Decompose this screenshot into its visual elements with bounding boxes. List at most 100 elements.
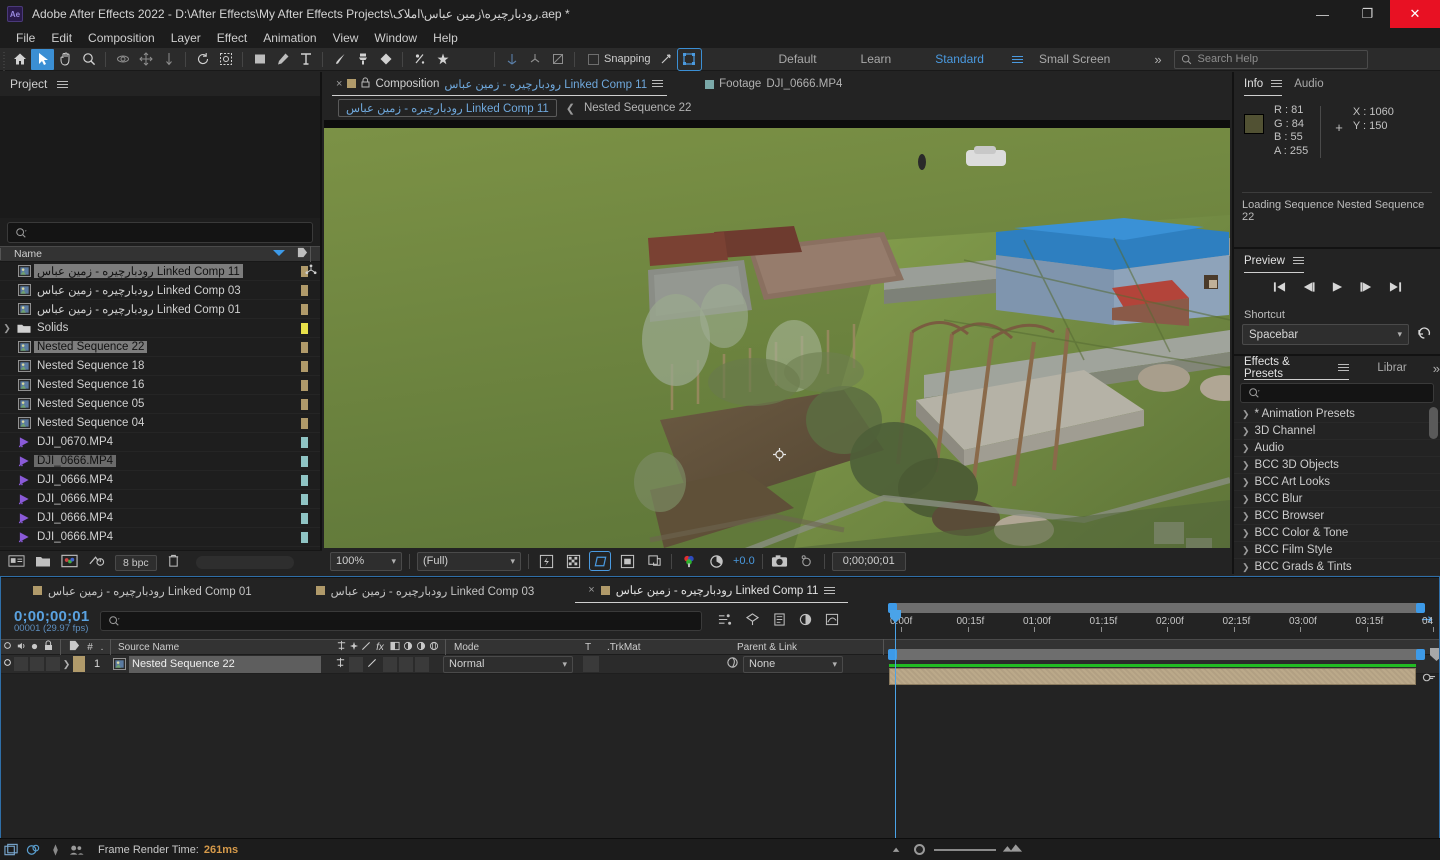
column-name-label[interactable]: Name — [0, 248, 272, 260]
menu-help[interactable]: Help — [425, 28, 466, 48]
take-snapshot-icon[interactable] — [770, 552, 790, 570]
snap-angle-icon[interactable] — [655, 49, 678, 70]
hide-shy-layers-icon[interactable] — [773, 613, 786, 629]
list-item[interactable]: Nested Sequence 04 — [0, 414, 320, 433]
draft-3d-icon[interactable] — [745, 613, 760, 629]
home-icon[interactable] — [8, 49, 31, 70]
zoom-in-icon[interactable] — [1001, 843, 1023, 856]
layer-name[interactable]: Nested Sequence 22 — [129, 655, 321, 673]
search-help-field[interactable]: Search Help — [1173, 49, 1368, 69]
layer-lock-switch[interactable] — [46, 657, 60, 671]
disclosure-caret-icon[interactable]: ❯ — [1242, 460, 1250, 471]
tab-close-icon[interactable]: × — [336, 78, 342, 90]
transform-box-icon[interactable] — [676, 47, 702, 71]
pan-camera-tool-icon[interactable] — [134, 49, 157, 70]
effects-menu-icon[interactable] — [1338, 364, 1350, 371]
proportional-grid-icon[interactable] — [617, 552, 637, 570]
shortcut-select[interactable]: Spacebar ▾ — [1242, 324, 1409, 345]
zoom-out-icon[interactable] — [890, 844, 905, 856]
label-color-swatch[interactable] — [301, 284, 308, 296]
transparency-grid-icon[interactable] — [563, 552, 583, 570]
layer-duration-bar[interactable] — [889, 668, 1416, 685]
label-column-icon[interactable] — [294, 247, 310, 261]
list-item[interactable]: ❯ 3D Channel — [1234, 423, 1440, 440]
disclosure-caret-icon[interactable]: ❯ — [1242, 409, 1250, 420]
local-axis-icon[interactable] — [523, 49, 546, 70]
disclosure-caret-icon[interactable]: ❯ — [1242, 545, 1250, 556]
maximize-button[interactable]: ❐ — [1345, 0, 1390, 28]
comp-duration-end-handle[interactable] — [1416, 649, 1425, 660]
render-queue-icon[interactable] — [0, 841, 22, 859]
trkmat-header[interactable]: .TrkMat — [607, 642, 737, 653]
rotation-tool-icon[interactable] — [191, 49, 214, 70]
layer-switch-3d[interactable] — [415, 656, 429, 672]
layer-parent-select[interactable]: None ▾ — [743, 655, 843, 673]
type-tool-icon[interactable] — [294, 49, 317, 70]
info-menu-icon[interactable] — [1271, 80, 1283, 87]
exposure-reset-icon[interactable] — [706, 552, 726, 570]
timeline-tab-comp-03[interactable]: رودبارچیره - زمین عباس Linked Comp 03 — [303, 578, 548, 603]
prev-frame-icon[interactable] — [1302, 281, 1315, 296]
list-item[interactable]: ❯ BCC Film Style — [1234, 542, 1440, 559]
breadcrumb-arrow-icon[interactable]: ❮ — [566, 102, 575, 115]
list-item[interactable]: DJI_0670.MP4 — [0, 433, 320, 452]
mode-header[interactable]: Mode — [450, 642, 585, 653]
shape-tool-icon[interactable] — [248, 49, 271, 70]
last-frame-icon[interactable] — [1389, 281, 1402, 296]
workspace-default[interactable]: Default — [757, 52, 839, 66]
list-item[interactable]: ❯ BCC Art Looks — [1234, 474, 1440, 491]
toolbar-grip[interactable] — [0, 47, 8, 71]
sort-arrow-icon[interactable] — [272, 248, 286, 260]
bit-depth-button[interactable]: 8 bpc — [115, 554, 157, 571]
snapping-checkbox[interactable] — [588, 53, 599, 65]
exposure-value[interactable]: +0.0 — [733, 555, 755, 567]
menu-effect[interactable]: Effect — [209, 28, 255, 48]
list-item[interactable]: ❯ BCC 3D Objects — [1234, 457, 1440, 474]
layer-trkmat-box[interactable] — [583, 656, 599, 672]
list-item[interactable]: ❯ Solids — [0, 319, 320, 338]
label-color-swatch[interactable] — [301, 341, 308, 353]
effects-overflow-icon[interactable]: » — [1433, 361, 1440, 376]
eraser-tool-icon[interactable] — [374, 49, 397, 70]
workspace-overflow-icon[interactable]: » — [1154, 52, 1161, 67]
zoom-tool-icon[interactable] — [77, 49, 100, 70]
layer-switch-collapse[interactable] — [349, 656, 363, 672]
breadcrumb-next[interactable]: Nested Sequence 22 — [584, 102, 691, 114]
reset-shortcut-icon[interactable] — [1416, 326, 1432, 343]
project-menu-icon[interactable] — [57, 80, 69, 88]
project-search-input[interactable] — [7, 222, 313, 243]
brush-tool-icon[interactable] — [328, 49, 351, 70]
label-color-swatch[interactable] — [301, 512, 308, 524]
label-color-swatch[interactable] — [301, 436, 308, 448]
source-name-header[interactable]: Source Name — [114, 642, 334, 653]
effects-search-input[interactable] — [1240, 383, 1434, 403]
list-item[interactable]: رودبارچیره - زمین عباس Linked Comp 11 — [0, 262, 320, 281]
orbit-tool-icon[interactable] — [111, 49, 134, 70]
label-color-swatch[interactable] — [301, 455, 308, 467]
layer-bar-right-icon[interactable] — [1418, 666, 1440, 688]
timeline-duration-bar[interactable] — [888, 648, 1440, 661]
tab-preview[interactable]: Preview — [1244, 249, 1304, 273]
list-item[interactable]: Nested Sequence 16 — [0, 376, 320, 395]
enable-frame-blending-icon[interactable] — [799, 613, 812, 629]
project-settings-icon[interactable] — [61, 554, 78, 571]
tab-info[interactable]: Info — [1244, 72, 1283, 96]
tab-effects-presets[interactable]: Effects & Presets — [1244, 356, 1350, 380]
color-depth-icon[interactable] — [88, 554, 105, 571]
layer-solo-switch[interactable] — [30, 657, 44, 671]
list-item[interactable]: ❯ Audio — [1234, 440, 1440, 457]
3d-view-icon[interactable] — [644, 552, 664, 570]
comp-duration-track[interactable] — [894, 649, 1422, 660]
play-icon[interactable] — [1331, 281, 1344, 296]
project-footer-slider[interactable] — [195, 556, 294, 569]
list-item[interactable]: DJI_0666.MP4 — [0, 528, 320, 547]
lock-icon[interactable] — [361, 76, 370, 91]
composition-menu-icon[interactable] — [652, 80, 664, 87]
minimize-button[interactable]: — — [1300, 0, 1345, 28]
layer-switch-motion-blur[interactable] — [331, 657, 349, 671]
disclosure-caret-icon[interactable]: ❯ — [0, 323, 14, 334]
clone-stamp-tool-icon[interactable] — [351, 49, 374, 70]
layer-parent-pickwhip-icon[interactable] — [721, 656, 743, 672]
timeline-ruler[interactable]: 0:00f 00:15f 01:00f 01:15f 02:00f 02:15f 03:00… — [888, 603, 1440, 639]
first-frame-icon[interactable] — [1273, 281, 1286, 296]
